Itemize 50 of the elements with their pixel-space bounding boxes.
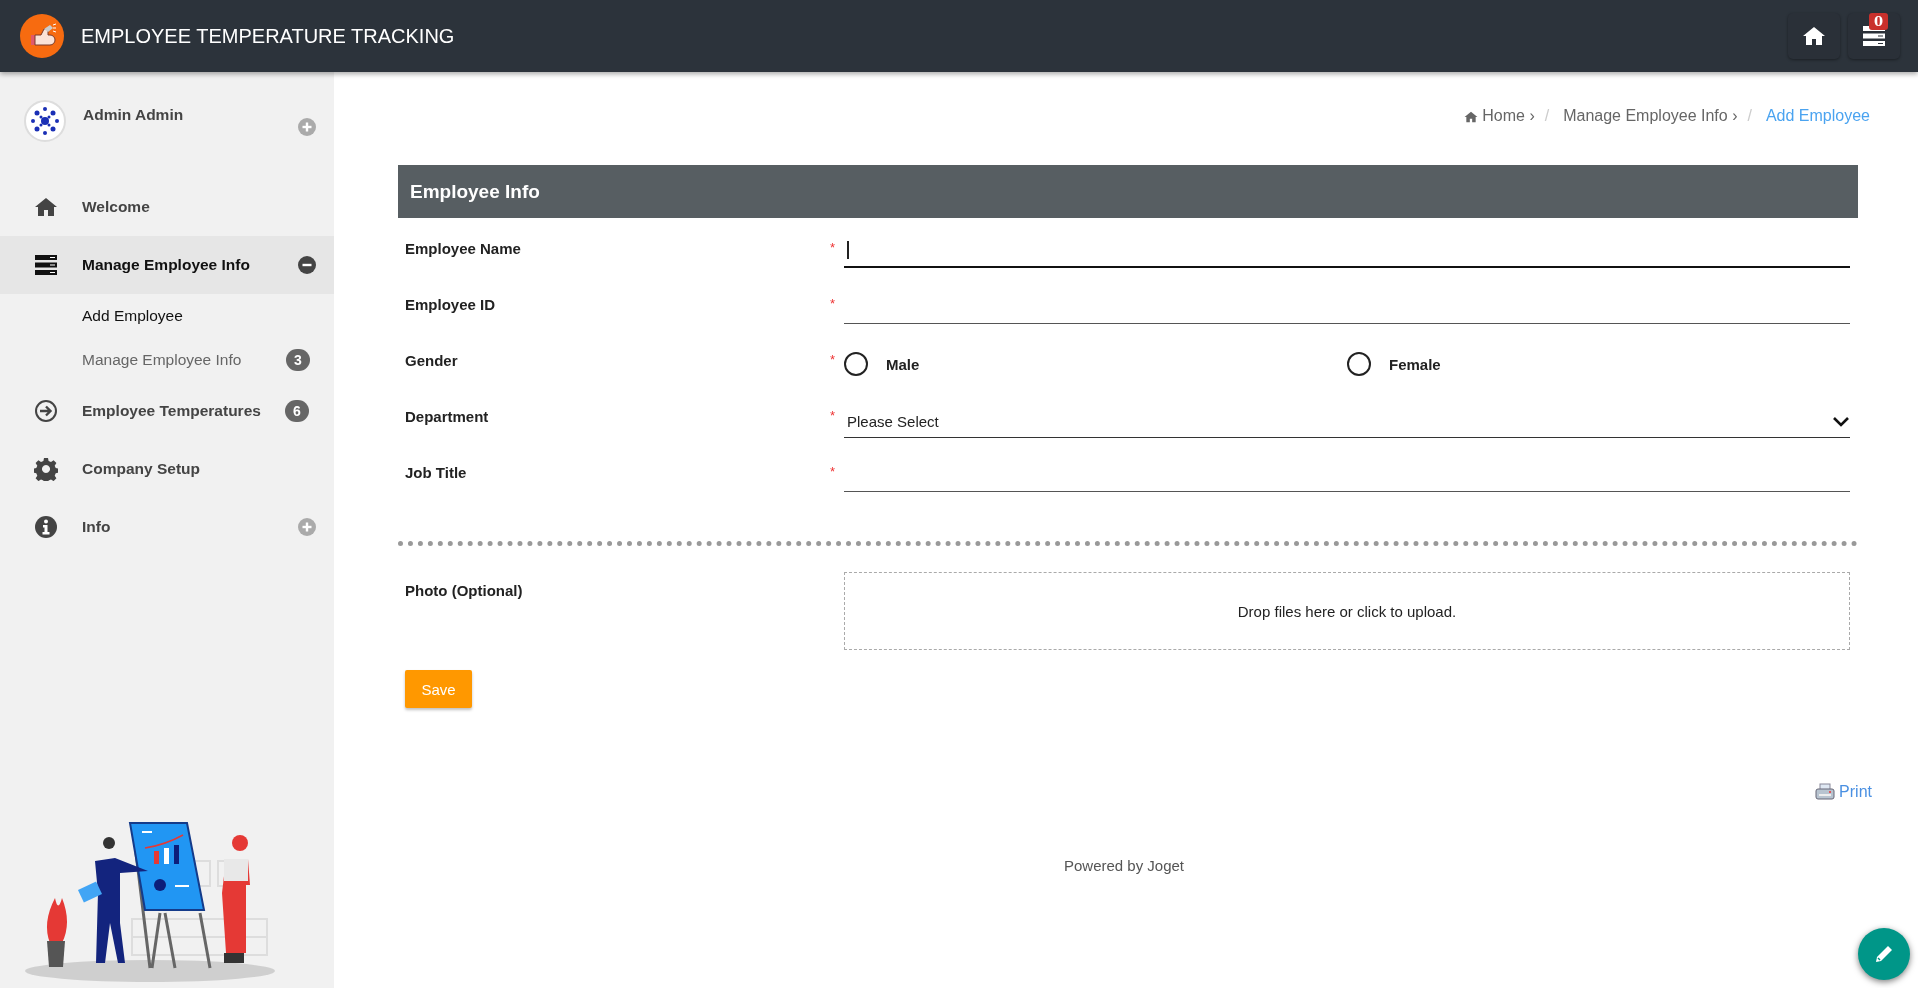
chevron-down-icon xyxy=(1832,415,1850,428)
thumbs-thermometer-logo-icon xyxy=(20,14,64,58)
field-label: Gender xyxy=(405,351,459,369)
field-label: Department xyxy=(405,407,490,425)
section-header: Employee Info xyxy=(398,165,1858,218)
required-mark: * xyxy=(830,351,837,367)
printer-icon xyxy=(1815,783,1836,801)
notification-badge: 0 xyxy=(1868,13,1888,30)
avatar-icon xyxy=(24,100,66,142)
file-drop-zone[interactable]: Drop files here or click to upload. xyxy=(844,572,1850,650)
radio-button[interactable] xyxy=(844,352,868,376)
sidebar-item[interactable]: Info xyxy=(0,498,334,556)
breadcrumb-separator: / xyxy=(1544,107,1550,125)
home-button[interactable] xyxy=(1788,13,1840,59)
settings-icon xyxy=(34,457,58,481)
home-icon xyxy=(34,195,58,219)
collapse-icon[interactable] xyxy=(298,256,316,274)
field-label: Employee ID xyxy=(405,295,497,313)
sidebar-subitem[interactable]: Add Employee xyxy=(0,294,334,338)
required-mark: * xyxy=(830,407,837,423)
required-mark: * xyxy=(830,239,837,255)
home-icon xyxy=(1464,109,1479,123)
home-icon xyxy=(1801,24,1827,48)
field-label: Photo (Optional) xyxy=(405,581,524,601)
sidebar-item[interactable]: Welcome xyxy=(0,178,334,236)
breadcrumb-link[interactable]: Home › xyxy=(1464,107,1535,125)
count-badge: 6 xyxy=(285,400,309,422)
breadcrumb-link[interactable]: Manage Employee Info › xyxy=(1563,107,1738,125)
field-label: Employee Name xyxy=(405,239,522,257)
radio-button[interactable] xyxy=(1347,352,1371,376)
app-title: EMPLOYEE TEMPERATURE TRACKING xyxy=(81,24,455,48)
required-mark: * xyxy=(830,463,837,479)
radio-option[interactable]: Female xyxy=(1347,352,1441,376)
user-name: Admin Admin xyxy=(83,106,184,124)
info-icon xyxy=(34,515,58,539)
sidebar-item[interactable]: Employee Temperatures 6 xyxy=(0,382,334,440)
server-stack-icon xyxy=(34,253,58,277)
edit-button[interactable] xyxy=(1858,928,1910,980)
breadcrumb-separator: / xyxy=(1747,107,1752,125)
required-mark: * xyxy=(830,295,837,311)
footer-text: Powered by Joget xyxy=(1063,857,1185,874)
count-badge: 3 xyxy=(286,349,310,371)
field-label: Job Title xyxy=(405,463,468,481)
sidebar-item[interactable]: Company Setup xyxy=(0,440,334,498)
inbox-button[interactable]: 0 xyxy=(1848,13,1900,59)
sidebar-item[interactable]: Manage Employee Info xyxy=(0,236,334,294)
dropdown-field[interactable]: Please Select xyxy=(844,406,1850,438)
arrow-circle-icon xyxy=(34,399,58,423)
sidebar-subitem[interactable]: Manage Employee Info 3 xyxy=(0,338,334,382)
radio-option[interactable]: Male xyxy=(844,352,920,376)
